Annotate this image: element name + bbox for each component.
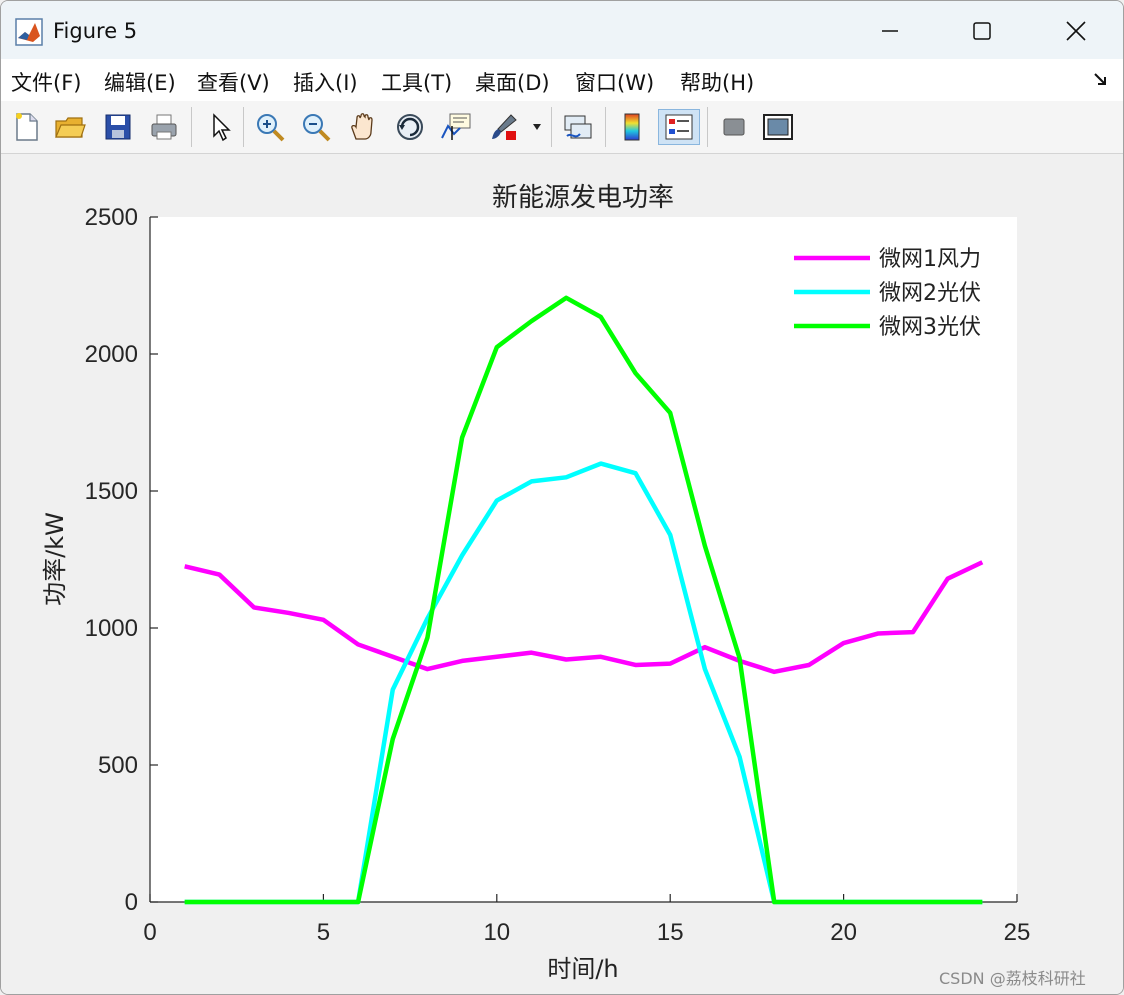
menu-desktop[interactable]: 桌面(D) (475, 67, 550, 97)
pointer-button[interactable] (203, 109, 237, 145)
menu-view[interactable]: 查看(V) (197, 67, 270, 97)
chart-title: 新能源发电功率 (492, 183, 674, 213)
y-tick-label: 1500 (85, 478, 138, 505)
menu-file[interactable]: 文件(F) (11, 67, 81, 97)
window-title: Figure 5 (53, 19, 138, 43)
colorbar-icon (624, 113, 640, 141)
save-button[interactable] (101, 109, 135, 145)
menu-edit[interactable]: 编辑(E) (104, 67, 176, 97)
toolbar-separator (605, 107, 606, 147)
toolbar-separator (243, 107, 244, 147)
x-tick-label: 10 (483, 919, 510, 946)
brush-icon (492, 114, 517, 140)
rotate-3d-button[interactable] (393, 109, 427, 145)
toolbar-separator (707, 107, 708, 147)
y-tick-label: 2000 (85, 341, 138, 368)
y-axis-ticks: 0 500 1000 1500 2000 2500 (85, 204, 158, 916)
new-figure-icon (16, 113, 38, 141)
legend-button[interactable] (658, 109, 700, 145)
menu-tools[interactable]: 工具(T) (381, 67, 452, 97)
legend-label-3: 微网3光伏 (879, 315, 981, 340)
watermark: CSDN @荔枝科研社 (939, 969, 1086, 988)
colorbar-button[interactable] (615, 109, 649, 145)
print-icon (151, 114, 177, 140)
link-plot-button[interactable] (561, 109, 595, 145)
menu-help[interactable]: 帮助(H) (680, 67, 754, 97)
zoom-in-button[interactable] (253, 109, 287, 145)
pointer-icon (213, 113, 231, 142)
rotate-3d-icon (397, 114, 423, 140)
zoom-out-icon (303, 114, 331, 142)
menu-bar: 文件(F) 编辑(E) 查看(V) 插入(I) 工具(T) 桌面(D) 窗口(W… (1, 59, 1123, 102)
pan-hand-icon (351, 113, 373, 140)
zoom-out-button[interactable] (299, 109, 333, 145)
pan-button[interactable] (345, 109, 379, 145)
title-bar[interactable]: Figure 5 (1, 1, 1123, 59)
dock-figure-icon (763, 114, 793, 140)
data-cursor-icon (441, 113, 471, 140)
x-tick-label: 15 (657, 919, 684, 946)
zoom-in-icon (257, 114, 285, 142)
x-tick-label: 25 (1004, 919, 1031, 946)
x-tick-label: 5 (317, 919, 330, 946)
figure-canvas[interactable]: 0 5 10 15 20 25 0 500 1000 1500 2000 2500 新能源发电功率 … (1, 154, 1123, 994)
minimize-icon (882, 30, 898, 32)
line-chart[interactable]: 0 5 10 15 20 25 05001000150020002500 新能源发电功率 … (1, 154, 1124, 994)
dock-figure-button[interactable] (761, 109, 795, 145)
legend-label-1: 微网1风力 (879, 247, 981, 272)
y-tick-label: 2500 (85, 204, 138, 231)
menu-window[interactable]: 窗口(W) (575, 67, 654, 97)
brush-button[interactable] (487, 109, 521, 145)
menu-insert[interactable]: 插入(I) (293, 67, 358, 97)
figure-window: Figure 5 文件(F) 编辑(E) 查看(V) 插入(I) 工具(T) 桌… (0, 0, 1124, 995)
open-file-button[interactable] (53, 109, 87, 145)
maximize-icon (973, 22, 991, 40)
x-tick-label: 20 (830, 919, 857, 946)
print-button[interactable] (147, 109, 181, 145)
new-figure-button[interactable] (9, 109, 43, 145)
save-icon (105, 114, 131, 140)
toolbar-separator (191, 107, 192, 147)
toolbar-separator (551, 107, 552, 147)
y-tick-label: 1000 (85, 615, 138, 642)
x-tick-label: 0 (143, 919, 156, 946)
y-axis-label: 功率/kW (41, 512, 69, 606)
maximize-button[interactable] (959, 11, 1005, 51)
matlab-logo-icon (15, 18, 43, 46)
link-plot-icon (564, 115, 592, 139)
caret-down-icon (533, 124, 541, 130)
dock-arrow-icon[interactable] (1093, 71, 1109, 87)
y-tick-label: 500 (98, 752, 138, 779)
legend-label-2: 微网2光伏 (879, 281, 981, 306)
legend-icon (665, 114, 693, 140)
close-icon (1066, 21, 1086, 41)
minimize-button[interactable] (867, 11, 913, 51)
hide-tools-icon (723, 118, 745, 136)
x-axis-label: 时间/h (547, 955, 618, 983)
figure-toolbar (1, 101, 1123, 154)
close-button[interactable] (1053, 11, 1099, 51)
hide-tools-button[interactable] (717, 109, 751, 145)
open-file-icon (55, 117, 86, 138)
brush-dropdown-button[interactable] (529, 109, 545, 145)
data-cursor-button[interactable] (439, 109, 473, 145)
y-tick-label: 0 (125, 889, 138, 916)
